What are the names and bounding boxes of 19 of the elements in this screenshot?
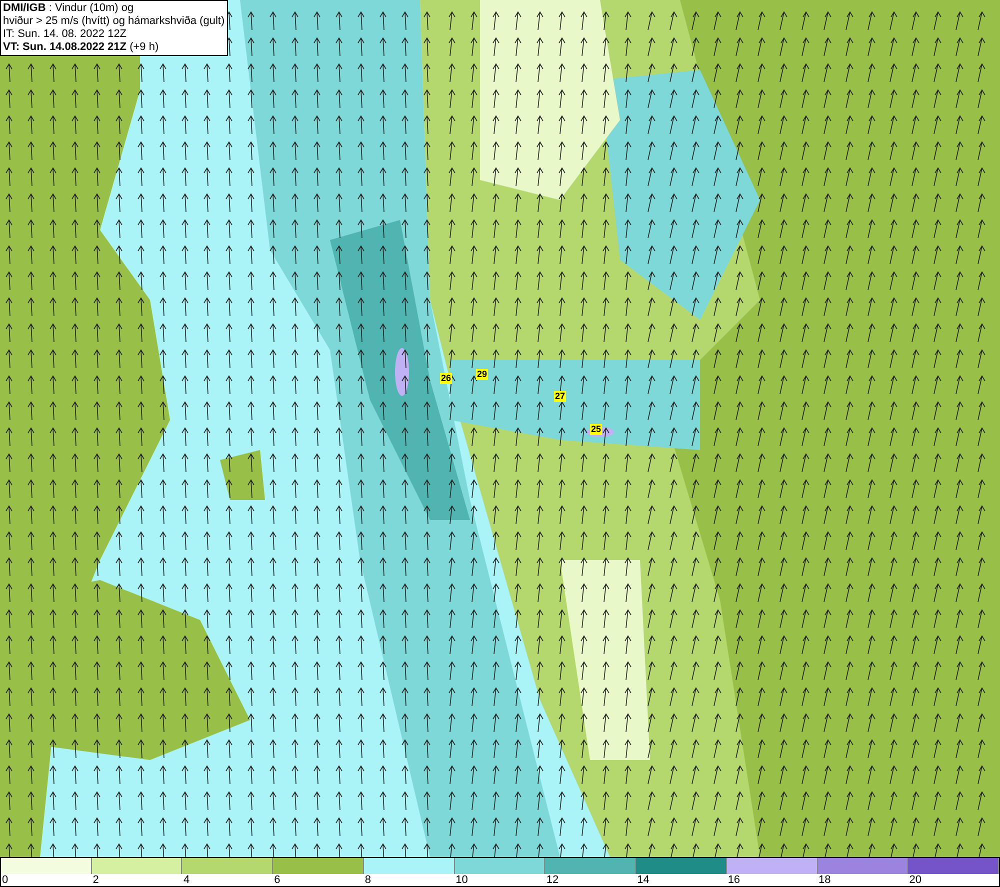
legend-tick-label: 0 [2, 874, 8, 886]
title-line: DMI/IGB : Vindur (10m) og [3, 2, 135, 15]
legend-tick-label: 10 [456, 874, 468, 886]
title-line: VT: Sun. 14.08.2022 21Z (+9 h) [3, 41, 160, 54]
legend-tick-label: 12 [546, 874, 559, 886]
title-line: hviður > 25 m/s (hvítt) og hámarkshviða (gult) [3, 15, 225, 28]
gust-label: 25 [590, 424, 602, 435]
legend-tick-label: 2 [92, 874, 99, 886]
legend-tick-label: 20 [909, 874, 922, 886]
gust-label: 29 [476, 369, 488, 380]
legend-tick-label: 16 [728, 874, 740, 886]
legend-tick-label: 8 [364, 874, 372, 886]
gust-label: 26 [440, 373, 452, 384]
legend-tick-label: 4 [183, 874, 190, 886]
legend-tick-label: 6 [274, 874, 280, 886]
gust-label: 27 [554, 391, 566, 402]
legend-tick-label: 18 [818, 874, 831, 886]
legend-tick-label: 14 [637, 874, 650, 886]
title-line: IT: Sun. 14. 08. 2022 12Z [3, 28, 128, 41]
